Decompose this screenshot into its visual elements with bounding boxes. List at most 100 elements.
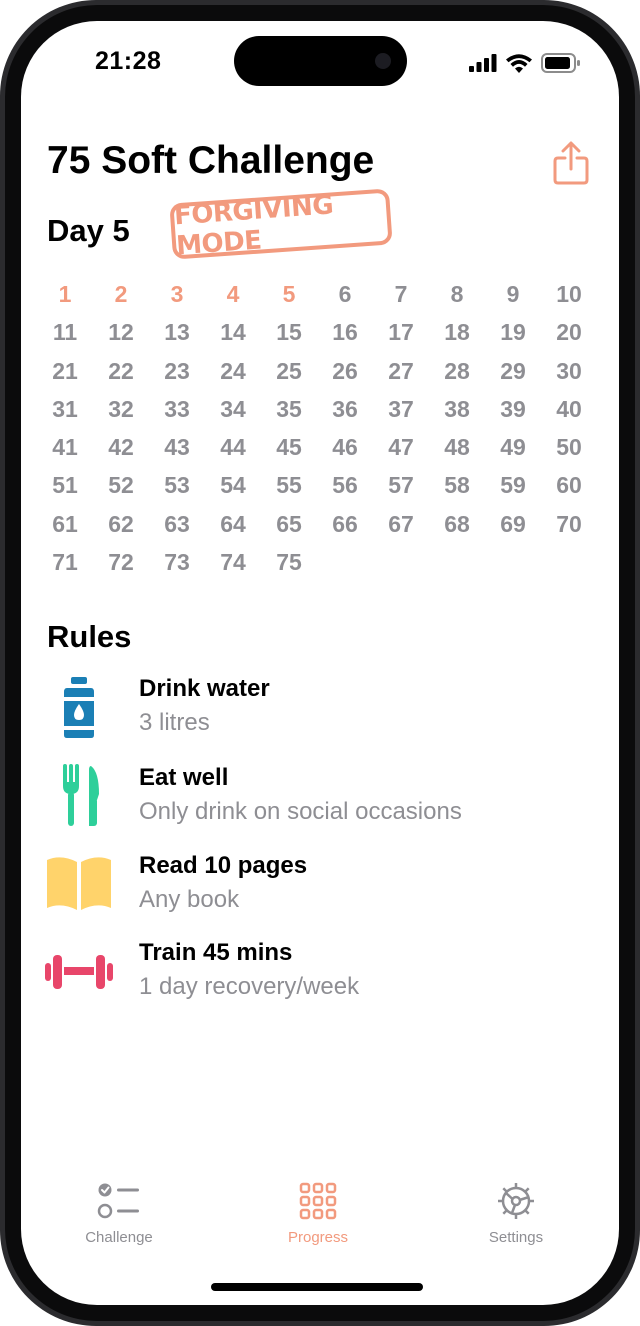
- day-cell: 63: [164, 510, 190, 537]
- day-cell: 44: [220, 434, 246, 461]
- tab-label: Challenge: [85, 1229, 153, 1246]
- day-cell: 75: [276, 549, 302, 576]
- tab-challenge[interactable]: Challenge: [39, 1181, 199, 1246]
- day-cell: 7: [394, 281, 408, 307]
- day-cell: 43: [164, 434, 190, 461]
- day-cell: 60: [556, 472, 582, 499]
- forgiving-mode-stamp: FORGIVING MODE: [169, 188, 393, 261]
- day-cell: 33: [164, 395, 190, 422]
- day-cell: 36: [332, 395, 358, 422]
- day-grid: 1 2 3 4 5 6 7 8 9 10 11 12 13 14 15 16 17 18 19 20 21 22 23 24 2…: [37, 275, 619, 581]
- day-cell: 19: [500, 319, 526, 346]
- water-bottle-icon: [47, 675, 111, 739]
- fork-knife-icon: [47, 764, 111, 828]
- rule-title: Train 45 mins: [139, 939, 293, 966]
- day-cell: 57: [388, 472, 414, 499]
- day-cell: 64: [220, 510, 246, 537]
- day-cell: 34: [220, 395, 246, 422]
- gear-icon: [498, 1183, 534, 1219]
- tab-bar: Challenge Progress Settings: [21, 1181, 619, 1261]
- day-cell: 8: [450, 281, 464, 307]
- day-cell: 74: [220, 549, 246, 576]
- day-cell: 12: [108, 319, 134, 346]
- home-indicator: [211, 1283, 423, 1291]
- rule-train: Train 45 mins 1 day recovery/week: [45, 939, 607, 1009]
- status-icons: [469, 53, 581, 73]
- day-cell: 47: [388, 434, 414, 461]
- day-cell: 65: [276, 510, 302, 537]
- wifi-icon: [506, 53, 532, 73]
- dynamic-island: [234, 36, 407, 86]
- day-cell: 45: [276, 434, 302, 461]
- day-cell: 27: [388, 357, 414, 384]
- day-cell: 71: [52, 549, 78, 576]
- day-cell: 35: [276, 395, 302, 422]
- day-cell: 68: [444, 510, 470, 537]
- day-cell: 18: [444, 319, 470, 346]
- day-cell: 73: [164, 549, 190, 576]
- share-icon: [553, 141, 589, 185]
- rule-subtitle: 3 litres: [139, 709, 210, 736]
- rule-subtitle: Any book: [139, 886, 240, 913]
- day-cell: 2: [114, 281, 128, 307]
- day-cell: 4: [226, 281, 240, 307]
- day-cell: 15: [276, 319, 302, 346]
- battery-icon: [541, 53, 580, 73]
- day-cell: 13: [164, 319, 190, 346]
- day-cell: 41: [52, 434, 78, 461]
- tab-settings[interactable]: Settings: [436, 1181, 596, 1246]
- day-cell: 69: [500, 510, 526, 537]
- day-cell: 72: [108, 549, 134, 576]
- phone-bezel: 21:28 75 Soft Challenge Day 5 FORGIVING …: [5, 5, 635, 1321]
- day-cell: 22: [108, 357, 134, 384]
- day-cell: 5: [282, 281, 296, 307]
- phone-frame: 21:28 75 Soft Challenge Day 5 FORGIVING …: [0, 0, 640, 1326]
- day-cell: 11: [52, 319, 78, 346]
- day-cell: 17: [388, 319, 414, 346]
- day-cell: 70: [556, 510, 582, 537]
- day-cell: 50: [556, 434, 582, 461]
- rule-read-pages: Read 10 pages Any book: [47, 852, 607, 922]
- current-day-label: Day 5: [47, 213, 130, 248]
- day-cell: 58: [444, 472, 470, 499]
- day-cell: 59: [500, 472, 526, 499]
- day-cell: 53: [164, 472, 190, 499]
- day-cell: 31: [52, 395, 78, 422]
- day-cell: 23: [164, 357, 190, 384]
- day-cell: 20: [556, 319, 582, 346]
- front-camera: [375, 53, 391, 69]
- day-cell: 29: [500, 357, 526, 384]
- rule-title: Drink water: [139, 675, 270, 702]
- day-cell: 37: [388, 395, 414, 422]
- day-cell: 48: [444, 434, 470, 461]
- rule-subtitle: 1 day recovery/week: [139, 973, 360, 1000]
- rule-title: Eat well: [139, 764, 229, 791]
- day-cell: 55: [276, 472, 302, 499]
- tab-label: Progress: [287, 1229, 349, 1246]
- day-cell: 67: [388, 510, 414, 537]
- day-cell: 30: [556, 357, 582, 384]
- day-cell: 38: [444, 395, 470, 422]
- tab-progress[interactable]: Progress: [238, 1181, 398, 1246]
- day-cell: 62: [108, 510, 134, 537]
- day-cell: 56: [332, 472, 358, 499]
- day-cell: 42: [108, 434, 134, 461]
- page-title: 75 Soft Challenge: [47, 139, 375, 182]
- cellular-signal-icon: [469, 54, 497, 72]
- day-cell: 25: [276, 357, 302, 384]
- day-cell: 39: [500, 395, 526, 422]
- tab-label: Settings: [488, 1229, 544, 1246]
- day-cell: 49: [500, 434, 526, 461]
- day-cell: 32: [108, 395, 134, 422]
- day-cell: 3: [170, 281, 184, 307]
- day-cell: 9: [506, 281, 520, 307]
- day-cell: 10: [556, 281, 582, 307]
- share-button[interactable]: [553, 141, 589, 185]
- rule-eat-well: Eat well Only drink on social occasions: [47, 764, 607, 834]
- checklist-icon: [97, 1183, 139, 1219]
- day-cell: 26: [332, 357, 358, 384]
- rules-heading: Rules: [47, 619, 132, 654]
- day-cell: 28: [444, 357, 470, 384]
- day-cell: 52: [108, 472, 134, 499]
- rule-title: Read 10 pages: [139, 852, 308, 879]
